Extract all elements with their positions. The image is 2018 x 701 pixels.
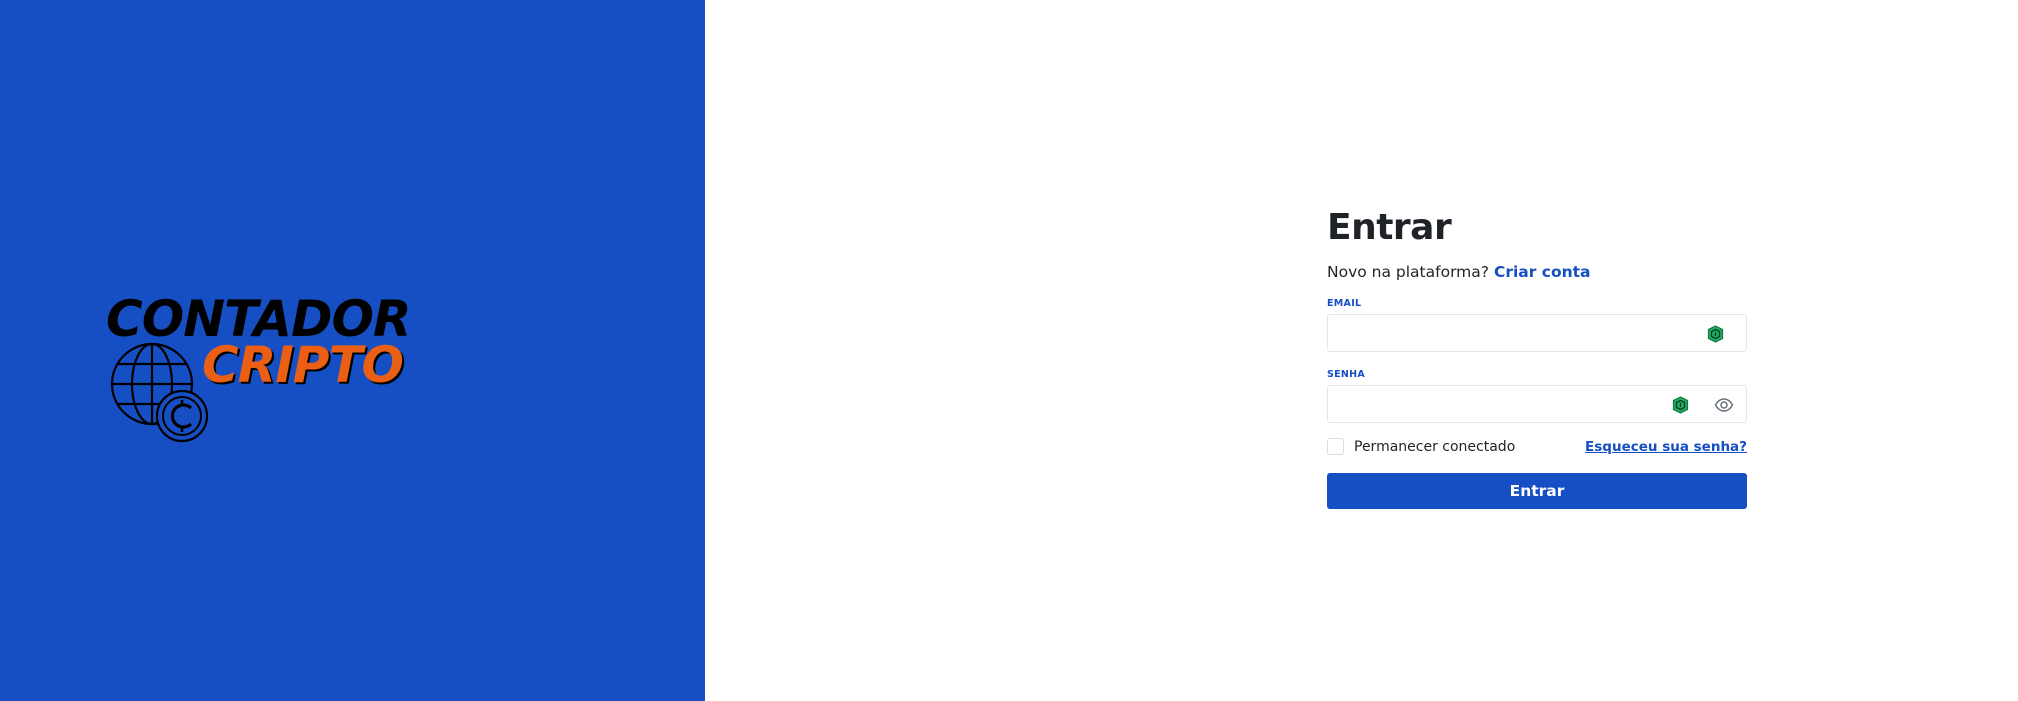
password-label: SENHA (1327, 369, 1366, 380)
login-form: Entrar Novo na plataforma? Criar conta E… (1327, 204, 1747, 509)
logo-word-cripto: CRIPTO (202, 336, 404, 394)
forgot-password-link[interactable]: Esqueceu sua senha? (1585, 438, 1747, 456)
submit-button[interactable]: Entrar (1327, 473, 1747, 509)
brand-panel: CONTADOR CRIPTO (0, 0, 705, 701)
create-account-link[interactable]: Criar conta (1494, 263, 1591, 281)
email-input[interactable] (1328, 315, 1746, 351)
email-field-group: EMAIL (1327, 298, 1747, 352)
signup-prompt-text: Novo na plataforma? (1327, 263, 1489, 281)
password-manager-shield-icon[interactable] (1707, 325, 1724, 343)
contador-cripto-logo: CONTADOR CRIPTO (104, 290, 424, 450)
page-title: Entrar (1327, 207, 1452, 248)
signup-prompt: Novo na plataforma? Criar conta (1327, 262, 1747, 282)
password-input-box (1327, 385, 1747, 423)
eye-icon[interactable] (1714, 396, 1734, 414)
options-row: Permanecer conectado Esqueceu sua senha? (1327, 438, 1747, 458)
password-field-group: SENHA (1327, 369, 1747, 423)
remember-label[interactable]: Permanecer conectado (1354, 438, 1515, 456)
email-input-box (1327, 314, 1747, 352)
remember-checkbox[interactable] (1327, 438, 1344, 455)
globe-coin-icon (110, 342, 209, 443)
password-manager-shield-icon[interactable] (1672, 396, 1689, 414)
email-label: EMAIL (1327, 298, 1362, 309)
